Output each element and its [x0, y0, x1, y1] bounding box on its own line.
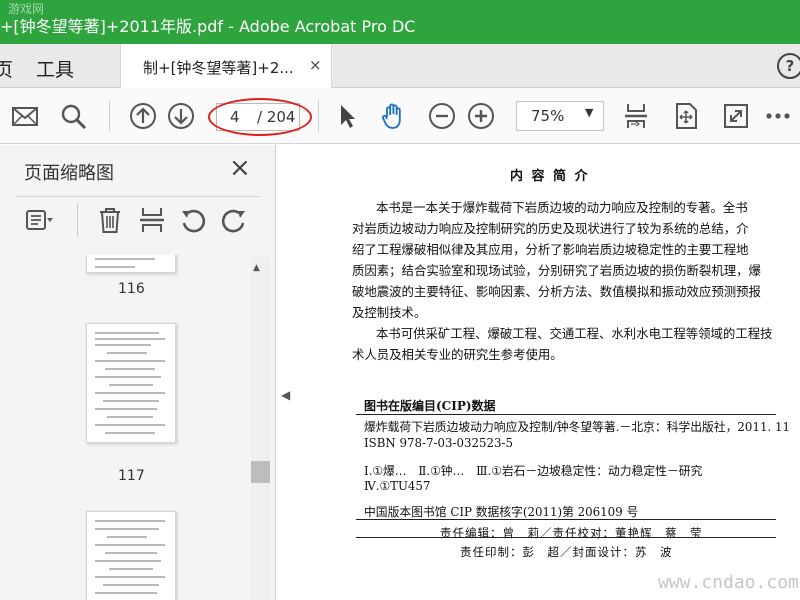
- body-line: 本书是一本关于爆炸载荷下岩质边坡的动力响应及控制的专著。全书: [376, 200, 748, 215]
- tab-tools[interactable]: 工具: [36, 55, 74, 82]
- zoom-select[interactable]: 75% ▼: [516, 101, 604, 131]
- panel-title: 页面缩略图: [24, 163, 114, 184]
- zoom-value: 75%: [531, 107, 565, 125]
- body-line: 绍了工程爆破相似律及其应用，分析了影响岩质边坡稳定性的主要工程地: [352, 242, 749, 257]
- red-highlight-circle: [208, 98, 312, 136]
- zoom-in-icon[interactable]: [467, 102, 495, 130]
- thumbnail-scrollbar[interactable]: [251, 257, 270, 600]
- panel-separator: [77, 203, 78, 237]
- page-thumbnail[interactable]: [86, 255, 176, 273]
- page-thumbnail[interactable]: [86, 511, 176, 600]
- zoom-out-icon[interactable]: [428, 102, 456, 130]
- cip-line: ISBN 978-7-03-032523-5: [364, 436, 513, 450]
- page-heading: 内 容 简 介: [510, 169, 590, 184]
- mail-icon[interactable]: [11, 102, 39, 130]
- tab-row: 页 工具 制+[钟冬望等著]+2... × ?: [0, 44, 800, 88]
- hand-tool-icon[interactable]: [380, 102, 408, 130]
- credit-line: 责任印制：彭 超／封面设计：苏 波: [460, 545, 673, 559]
- title-bar: 游戏网 +[钟冬望等著]+2011年版.pdf - Adobe Acrobat …: [0, 0, 800, 44]
- help-icon[interactable]: ?: [777, 53, 800, 79]
- close-panel-icon[interactable]: ×: [229, 153, 251, 183]
- scroll-mode-icon[interactable]: [672, 102, 700, 130]
- rotate-left-icon[interactable]: [178, 205, 208, 235]
- cip-heading: 图书在版编目(CIP)数据: [364, 399, 496, 413]
- more-icon[interactable]: [764, 102, 792, 130]
- cip-number: 中国版本图书馆 CIP 数据核字(2011)第 206109 号: [364, 505, 639, 519]
- cip-line: Ⅰ.①爆… Ⅱ.①钟… Ⅲ.①岩石－边坡稳定性：动力稳定性－研究: [364, 464, 703, 478]
- bottom-watermark: www.cndao.com: [658, 572, 799, 593]
- body-line: 对岩质边坡动力响应及控制研究的历史及现状进行了较为系统的总结，介: [352, 221, 749, 236]
- page-down-icon[interactable]: [167, 102, 195, 130]
- body-line: 本书可供采矿工程、爆破工程、交通工程、水利水电工程等领域的工程技: [376, 326, 773, 341]
- close-tab-icon[interactable]: ×: [309, 56, 322, 74]
- toolbar-separator: [318, 100, 319, 132]
- fullscreen-icon[interactable]: [722, 102, 750, 130]
- search-icon[interactable]: [59, 102, 87, 130]
- scroll-up-icon[interactable]: ▲: [253, 263, 260, 273]
- thumbnail-list: 116 117: [0, 255, 276, 600]
- main-toolbar: 4 / 204 75% ▼: [0, 88, 800, 144]
- thumbnail-page-number: 117: [118, 468, 145, 484]
- cip-line: 爆炸载荷下岩质边坡动力响应及控制/钟冬望等著.－北京：科学出版社，2011. 1…: [364, 420, 790, 434]
- rotate-right-icon[interactable]: [219, 205, 249, 235]
- options-menu-icon[interactable]: [24, 205, 54, 235]
- body-line: 破地震波的主要特征、影响因素、分析方法、数值模拟和振动效应预测预报: [352, 284, 761, 299]
- cip-line: Ⅳ.①TU457: [364, 479, 431, 493]
- fit-page-icon[interactable]: [622, 102, 650, 130]
- thumbnail-page-number: 116: [118, 281, 145, 297]
- tab-home[interactable]: 页: [0, 55, 13, 82]
- select-pointer-icon[interactable]: [333, 102, 361, 130]
- document-tab-label: 制+[钟冬望等著]+2...: [143, 59, 294, 77]
- scrollbar-thumb[interactable]: [251, 461, 270, 483]
- page-thumbnail[interactable]: [86, 323, 176, 443]
- document-page: 内 容 简 介 本书是一本关于爆炸载荷下岩质边坡的动力响应及控制的专著。全书 对…: [294, 145, 800, 600]
- chevron-down-icon: ▼: [585, 106, 594, 119]
- credit-line: 责任编辑：曾 莉／责任校对：董艳辉 蔡 莹: [440, 526, 703, 540]
- trash-icon[interactable]: [95, 205, 125, 235]
- panel-divider: [16, 196, 260, 197]
- toolbar-separator: [109, 100, 110, 132]
- document-tab[interactable]: 制+[钟冬望等著]+2... ×: [120, 44, 332, 88]
- body-line: 及控制技术。: [352, 305, 427, 320]
- summary-paragraph: 本书是一本关于爆炸载荷下岩质边坡的动力响应及控制的专著。全书 对岩质边坡动力响应…: [352, 197, 776, 365]
- collapse-panel-icon[interactable]: ◀: [281, 388, 290, 402]
- insert-page-icon[interactable]: [137, 205, 167, 235]
- divider-line: [356, 414, 776, 415]
- window-title: +[钟冬望等著]+2011年版.pdf - Adobe Acrobat Pro …: [0, 17, 416, 36]
- body-line: 质因素；结合实验室和现场试验，分别研究了岩质边坡的损伤断裂机理，爆: [352, 263, 761, 278]
- page-thumbnails-panel: 页面缩略图 × 116 117 ▲: [0, 145, 276, 600]
- body-line: 术人员及相关专业的研究生参考使用。: [352, 347, 563, 362]
- page-up-icon[interactable]: [129, 102, 157, 130]
